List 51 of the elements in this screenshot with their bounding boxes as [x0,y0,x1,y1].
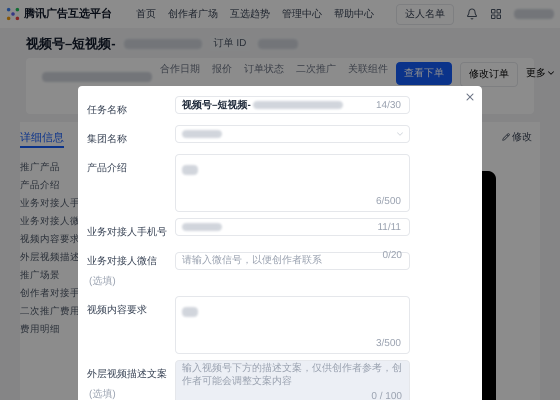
text-area[interactable]: 6/500 [175,154,410,212]
input-field[interactable]: 视频号–短视频- 14/30 [175,96,410,114]
sidebar-item[interactable]: 产品介绍 [20,179,76,192]
grid-icon[interactable] [490,8,502,20]
column-label: 订单状态 [244,62,284,76]
nav-link[interactable]: 创作者广场 [168,6,218,22]
char-counter: 0/20 [382,251,402,261]
edit-link[interactable]: 修改 [502,130,532,144]
char-counter: 6/500 [376,197,401,207]
detail-tab[interactable]: 详细信息 [20,130,64,148]
bell-icon[interactable] [466,8,478,20]
char-counter: 3/500 [376,339,401,349]
column-label: 合作日期 [160,62,200,76]
optional-hint: (选填) [89,389,116,400]
optional-hint: (选填) [89,276,116,287]
column-label: 关联组件 [348,62,388,76]
text-area[interactable]: 3/500 [175,296,410,354]
field-label: 集团名称 [87,134,127,145]
char-counter: 14/30 [376,101,401,111]
field-label: 任务名称 [87,105,127,116]
field-label: 视频内容要求 [87,305,147,316]
brand-name: 腾讯广告互选平台 [24,6,112,22]
nav-link[interactable]: 互选趋势 [230,6,270,22]
nav-link[interactable]: 帮助中心 [334,6,374,22]
column-label: 二次推广 [296,62,336,76]
field-label: 外层视频描述文案 [87,369,167,380]
field-label: 业务对接人手机号 [87,227,167,238]
field-label: 业务对接人微信 [87,256,157,267]
nav-link[interactable]: 首页 [136,6,156,22]
char-counter: 0 / 100 [371,392,402,400]
redacted-block [514,9,554,19]
sidebar-item[interactable]: 费用明细 [20,323,76,336]
field-value: 视频号–短视频- [182,98,251,112]
char-counter: 11/11 [377,223,401,233]
primary-button[interactable]: 查看下单 [396,62,452,84]
sidebar-item[interactable]: 业务对接人微 [20,215,76,228]
input-field[interactable]: 11/11 [175,218,410,236]
page-title: 视频号–短视频- [26,35,116,53]
close-icon[interactable] [464,91,476,103]
column-label: 报价 [212,62,232,76]
creator-list-button[interactable]: 达人名单 [396,4,454,24]
select-field[interactable] [175,125,410,143]
sidebar-item[interactable]: 业务对接人手 [20,197,76,210]
logo-icon [6,7,20,21]
more-button[interactable]: 更多 [526,62,556,84]
pencil-icon [502,133,510,141]
sidebar-item[interactable]: 创作者对接手 [20,287,76,300]
nav-link[interactable]: 管理中心 [282,6,322,22]
sidebar-item[interactable]: 推广场景 [20,269,76,282]
field-label: 产品介绍 [87,163,127,174]
sidebar-item[interactable]: 推广产品 [20,161,76,174]
